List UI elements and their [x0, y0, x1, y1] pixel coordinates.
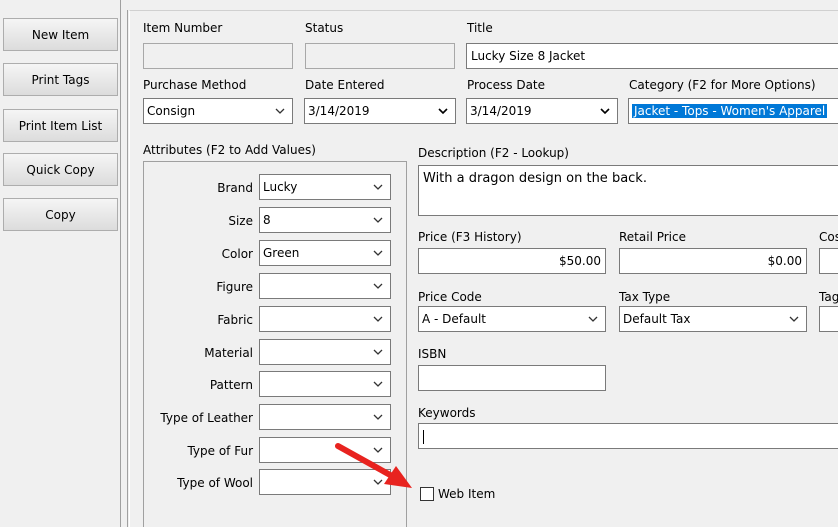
chevron-down-icon[interactable]	[437, 105, 449, 117]
attribute-label-color: Color	[221, 247, 253, 261]
category-selected-text: Jacket - Tops - Women's Apparel	[632, 104, 828, 118]
cost-field[interactable]	[819, 248, 838, 274]
chevron-down-icon[interactable]	[372, 411, 384, 423]
status-label: Status	[305, 21, 344, 35]
chevron-down-icon[interactable]	[372, 214, 384, 226]
price-code-value: A - Default	[422, 312, 487, 326]
attribute-value-size: 8	[263, 213, 271, 227]
attribute-select-color[interactable]: Green	[259, 240, 391, 266]
date-entered-picker[interactable]: 3/14/2019	[304, 98, 456, 124]
web-item-checkbox[interactable]	[420, 487, 434, 501]
attribute-value-color: Green	[263, 246, 300, 260]
purchase-method-value: Consign	[147, 104, 196, 118]
attribute-label-brand: Brand	[217, 181, 253, 195]
print-item-list-button[interactable]: Print Item List	[3, 109, 118, 142]
tax-type-label: Tax Type	[619, 290, 671, 304]
new-item-button[interactable]: New Item	[3, 18, 118, 51]
retail-price-field[interactable]: $0.00	[619, 248, 807, 274]
tax-type-value: Default Tax	[623, 312, 691, 326]
chevron-down-icon[interactable]	[372, 346, 384, 358]
attribute-select-fabric[interactable]	[259, 306, 391, 332]
text-cursor	[423, 429, 424, 444]
purchase-method-select[interactable]: Consign	[143, 98, 293, 124]
attribute-label-size: Size	[228, 214, 253, 228]
attribute-select-brand[interactable]: Lucky	[259, 174, 391, 200]
process-date-picker[interactable]: 3/14/2019	[466, 98, 618, 124]
attribute-label-material: Material	[204, 346, 253, 360]
chevron-down-icon[interactable]	[372, 247, 384, 259]
attribute-label-fabric: Fabric	[217, 313, 253, 327]
red-arrow-annotation-icon	[335, 443, 412, 488]
attribute-select-figure[interactable]	[259, 273, 391, 299]
retail-price-label: Retail Price	[619, 230, 686, 244]
title-field[interactable]: Lucky Size 8 Jacket	[466, 43, 838, 69]
price-label: Price (F3 History)	[418, 230, 522, 244]
attribute-label-pattern: Pattern	[209, 378, 253, 392]
copy-button[interactable]: Copy	[3, 198, 118, 231]
chevron-down-icon[interactable]	[587, 313, 599, 325]
command-panel: New Item Print Tags Print Item List Quic…	[0, 0, 121, 527]
attribute-select-material[interactable]	[259, 339, 391, 365]
title-label: Title	[467, 21, 493, 35]
tag-field[interactable]	[819, 306, 838, 332]
price-code-select[interactable]: A - Default	[418, 306, 606, 332]
date-entered-value: 3/14/2019	[308, 104, 370, 118]
keywords-field[interactable]	[418, 423, 838, 449]
chevron-down-icon[interactable]	[372, 181, 384, 193]
attribute-select-size[interactable]: 8	[259, 207, 391, 233]
item-number-label: Item Number	[143, 21, 223, 35]
chevron-down-icon[interactable]	[372, 378, 384, 390]
tax-type-select[interactable]: Default Tax	[619, 306, 807, 332]
price-code-label: Price Code	[418, 290, 482, 304]
attributes-group-label: Attributes (F2 to Add Values)	[143, 143, 316, 157]
cost-label: Cos	[819, 230, 838, 244]
date-entered-label: Date Entered	[305, 78, 385, 92]
item-number-field	[143, 43, 293, 69]
web-item-label[interactable]: Web Item	[438, 487, 495, 501]
process-date-label: Process Date	[467, 78, 546, 92]
chevron-down-icon[interactable]	[372, 280, 384, 292]
description-field[interactable]: With a dragon design on the back.	[418, 165, 838, 216]
price-field[interactable]: $50.00	[418, 248, 606, 274]
print-tags-button[interactable]: Print Tags	[3, 63, 118, 96]
isbn-field[interactable]	[418, 365, 606, 391]
attribute-label-type-of-leather: Type of Leather	[160, 411, 253, 425]
keywords-label: Keywords	[418, 406, 476, 420]
attribute-value-brand: Lucky	[263, 180, 298, 194]
category-label: Category (F2 for More Options)	[629, 78, 816, 92]
chevron-down-icon[interactable]	[599, 105, 611, 117]
attribute-label-type-of-wool: Type of Wool	[177, 476, 253, 490]
description-label: Description (F2 - Lookup)	[418, 146, 569, 160]
chevron-down-icon[interactable]	[788, 313, 800, 325]
chevron-down-icon[interactable]	[372, 313, 384, 325]
category-select[interactable]: Jacket - Tops - Women's Apparel	[628, 98, 838, 124]
status-field	[305, 43, 455, 69]
purchase-method-label: Purchase Method	[143, 78, 247, 92]
attribute-select-pattern[interactable]	[259, 371, 391, 397]
attribute-label-type-of-fur: Type of Fur	[187, 444, 253, 458]
attribute-label-figure: Figure	[216, 280, 253, 294]
quick-copy-button[interactable]: Quick Copy	[3, 153, 118, 186]
process-date-value: 3/14/2019	[470, 104, 532, 118]
tag-label: Tag	[819, 290, 838, 304]
isbn-label: ISBN	[418, 347, 447, 361]
attribute-select-type-of-leather[interactable]	[259, 404, 391, 430]
category-value: Jacket - Tops - Women's Apparel	[632, 99, 828, 123]
chevron-down-icon[interactable]	[274, 105, 286, 117]
panel-divider	[127, 10, 128, 527]
